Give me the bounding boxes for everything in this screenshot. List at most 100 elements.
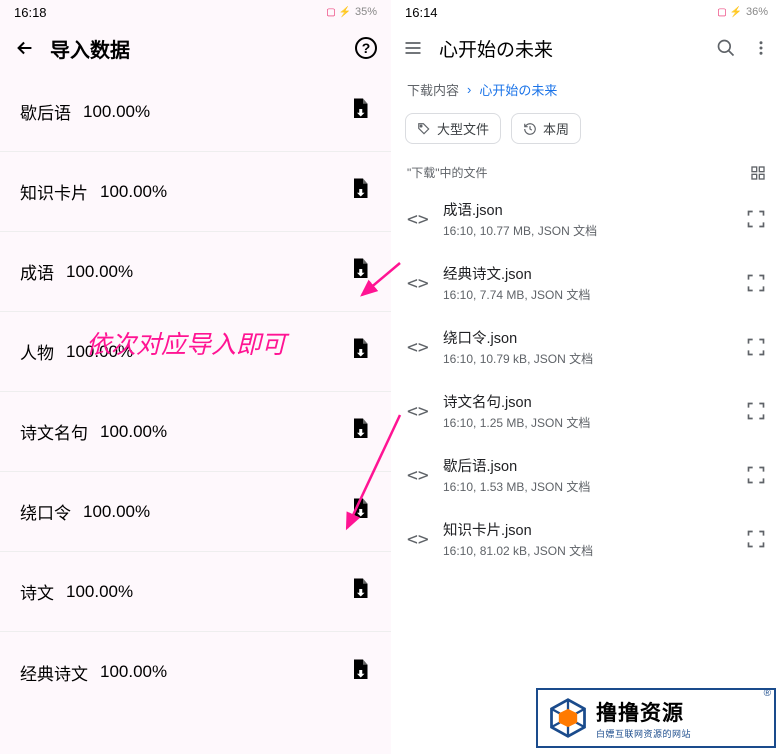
code-icon: <> [407,209,427,230]
section-header: "下载"中的文件 [391,150,782,187]
item-pct: 100.00% [66,582,133,602]
expand-icon[interactable] [746,209,766,229]
file-info: 经典诗文.json 16:10, 7.74 MB, JSON 文档 [443,263,730,303]
import-file-icon[interactable] [351,258,369,285]
list-item[interactable]: 诗文名句 100.00% [0,392,391,472]
battery-icon: ▢ ⚡ [326,7,351,18]
back-icon[interactable] [14,37,36,59]
breadcrumb-current: 心开始の未来 [479,80,557,99]
item-label: 歇后语 [20,99,71,124]
search-icon[interactable] [716,38,736,58]
item-label: 诗文名句 [20,419,88,444]
item-pct: 100.00% [100,422,167,442]
expand-icon[interactable] [746,337,766,357]
import-file-icon[interactable] [351,178,369,205]
list-item[interactable]: 绕口令100.00% [0,472,391,552]
import-file-icon[interactable] [351,98,369,125]
code-icon: <> [407,273,427,294]
import-file-icon[interactable] [351,578,369,605]
app-header: 导入数据 ? [0,24,391,72]
chevron-right-icon: › [467,82,471,97]
import-list: 歇后语 100.00% 知识卡片 100.00% 成语 100.00% 人物 100.0… [0,72,391,712]
file-item[interactable]: <> 诗文名句.json 16:10, 1.25 MB, JSON 文档 [391,379,782,443]
file-info: 绕口令.json 16:10, 10.79 kB, JSON 文档 [443,327,730,367]
item-label: 经典诗文 [20,660,88,685]
item-label: 成语 [20,259,54,284]
chip-this-week[interactable]: 本周 [511,113,581,144]
expand-icon[interactable] [746,401,766,421]
file-item[interactable]: <>歇后语.json16:10, 1.53 MB, JSON 文档 [391,443,782,507]
file-name: 经典诗文.json [443,263,730,284]
status-time: 16:14 [405,5,438,20]
code-icon: <> [407,401,427,422]
status-right: ▢ ⚡ 36% [717,6,768,18]
logo-subtitle: 白嫖互联网资源的网站 [596,727,691,740]
file-meta: 16:10, 7.74 MB, JSON 文档 [443,286,730,303]
file-item[interactable]: <> 知识卡片.json16:10, 81.02 kB, JSON 文档 [391,507,782,571]
status-right: ▢ ⚡ 35% [326,6,377,18]
file-info: 诗文名句.json 16:10, 1.25 MB, JSON 文档 [443,391,730,431]
breadcrumb-root[interactable]: 下载内容 [407,80,459,99]
logo-title: 撸撸资源 [596,697,691,727]
file-name: 绕口令.json [443,327,730,348]
expand-icon[interactable] [746,529,766,549]
section-label: "下载"中的文件 [407,164,488,181]
watermark-logo: 撸撸资源 白嫖互联网资源的网站 ® [536,688,776,748]
grid-view-icon[interactable] [750,165,766,181]
file-info: 成语.json16:10, 10.77 MB, JSON 文档 [443,199,730,239]
file-item[interactable]: <> 绕口令.json 16:10, 10.79 kB, JSON 文档 [391,315,782,379]
app-toolbar: 心开始の未来 [391,24,782,72]
import-file-icon[interactable] [351,659,369,686]
tag-icon [417,122,431,136]
file-name: 诗文名句.json [443,391,730,412]
status-time: 16:18 [14,5,47,20]
battery-icon: ▢ ⚡ [717,7,742,18]
item-pct: 100.00% [66,262,133,282]
item-label: 人物 [20,339,54,364]
page-title: 导入数据 [50,34,341,63]
chip-large-files[interactable]: 大型文件 [405,113,501,144]
expand-icon[interactable] [746,273,766,293]
list-item[interactable]: 歇后语 100.00% [0,72,391,152]
file-meta: 16:10, 1.25 MB, JSON 文档 [443,414,730,431]
file-item[interactable]: <> 成语.json16:10, 10.77 MB, JSON 文档 [391,187,782,251]
help-icon[interactable]: ? [355,37,377,59]
item-pct: 100.00% [83,502,150,522]
import-file-icon[interactable] [351,338,369,365]
file-item[interactable]: <> 经典诗文.json 16:10, 7.74 MB, JSON 文档 [391,251,782,315]
file-meta: 16:10, 10.79 kB, JSON 文档 [443,350,730,367]
item-pct: 100.00% [83,102,150,122]
history-icon [523,122,537,136]
logo-icon [546,696,590,740]
more-icon[interactable] [752,38,770,58]
battery-pct: 35% [355,6,377,18]
item-label: 知识卡片 [20,179,88,204]
battery-pct: 36% [746,6,768,18]
list-item[interactable]: 成语 100.00% [0,232,391,312]
list-item[interactable]: 诗文100.00% [0,552,391,632]
item-pct: 100.00% [100,662,167,682]
code-icon: <> [407,529,427,550]
file-name: 成语.json [443,199,730,220]
code-icon: <> [407,337,427,358]
file-meta: 16:10, 1.53 MB, JSON 文档 [443,478,730,495]
expand-icon[interactable] [746,465,766,485]
item-pct: 100.00% [100,182,167,202]
import-screen: 16:18 ▢ ⚡ 35% 导入数据 ? 歇后语 100.00% 知识卡片 100.… [0,0,391,754]
menu-icon[interactable] [403,38,423,58]
file-name: 知识卡片.json [443,519,730,540]
import-file-icon[interactable] [351,418,369,445]
file-name: 歇后语.json [443,455,730,476]
status-bar: 16:18 ▢ ⚡ 35% [0,0,391,24]
filter-chips: 大型文件 本周 [391,107,782,150]
files-screen: 16:14 ▢ ⚡ 36% 心开始の未来 下载内容 › 心开始の未来 大型文件 … [391,0,782,754]
status-bar: 16:14 ▢ ⚡ 36% [391,0,782,24]
list-item[interactable]: 经典诗文 100.00% [0,632,391,712]
chip-label: 大型文件 [437,119,489,138]
import-file-icon[interactable] [351,498,369,525]
list-item[interactable]: 知识卡片 100.00% [0,152,391,232]
file-info: 知识卡片.json16:10, 81.02 kB, JSON 文档 [443,519,730,559]
registered-mark: ® [764,688,771,699]
file-info: 歇后语.json 16:10, 1.53 MB, JSON 文档 [443,455,730,495]
chip-label: 本周 [543,119,569,138]
